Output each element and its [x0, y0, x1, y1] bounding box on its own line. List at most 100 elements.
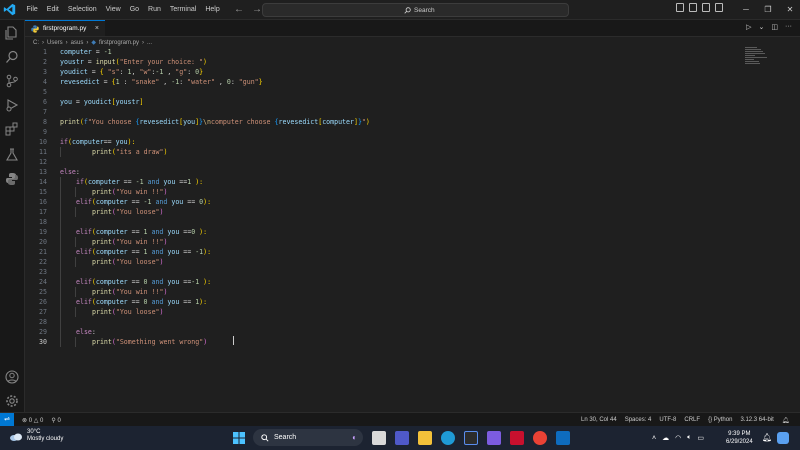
- minimap-line: [745, 51, 763, 52]
- ports-count: 0: [57, 417, 61, 424]
- line-number: 12: [39, 158, 47, 166]
- code-line: 5: [25, 87, 725, 97]
- breadcrumb-symbol[interactable]: ...: [147, 40, 152, 46]
- menu-view[interactable]: View: [101, 0, 125, 19]
- search-sidebar-icon[interactable]: [5, 50, 19, 64]
- minimize-icon[interactable]: ─: [735, 5, 757, 14]
- python-file-icon: ◆: [91, 40, 96, 46]
- line-number: 4: [43, 78, 47, 86]
- command-center-search[interactable]: Search: [262, 3, 569, 17]
- battery-icon[interactable]: ▭: [697, 434, 704, 442]
- notifications-bell-icon[interactable]: 🔔︎: [782, 417, 790, 424]
- more-actions-icon[interactable]: ···: [785, 23, 792, 31]
- chevron-up-icon[interactable]: ˄: [652, 435, 656, 442]
- line-number: 28: [39, 318, 47, 326]
- chevron-right-icon: ›: [42, 39, 44, 46]
- line-number: 25: [39, 288, 47, 296]
- weather-temperature: 30°C: [27, 429, 41, 435]
- line-number: 8: [43, 118, 47, 126]
- customize-layout-icon[interactable]: [715, 3, 723, 12]
- remote-indicator-icon[interactable]: ⇌: [0, 413, 14, 427]
- maximize-icon[interactable]: ❐: [757, 5, 779, 14]
- microsoft-store-icon[interactable]: [464, 431, 478, 445]
- code-line: 23: [25, 267, 725, 277]
- edge-browser-icon[interactable]: [441, 431, 455, 445]
- windows-start-icon[interactable]: [233, 432, 245, 444]
- menu-terminal[interactable]: Terminal: [165, 0, 200, 19]
- line-number: 14: [39, 178, 47, 186]
- testing-icon[interactable]: [5, 148, 19, 162]
- menu-selection[interactable]: Selection: [63, 0, 101, 19]
- wifi-icon[interactable]: ◠: [675, 434, 681, 442]
- explorer-icon[interactable]: [5, 26, 19, 40]
- menu-edit[interactable]: Edit: [42, 0, 63, 19]
- copilot-icon[interactable]: [777, 432, 789, 444]
- manage-gear-icon[interactable]: [5, 394, 19, 408]
- minimap-line: [745, 47, 757, 48]
- line-number: 5: [43, 88, 47, 96]
- menu-file[interactable]: File: [22, 0, 42, 19]
- breadcrumb-asus[interactable]: asus: [71, 40, 84, 46]
- toggle-panel-icon[interactable]: [689, 3, 697, 12]
- run-dropdown-icon[interactable]: ⌄: [759, 23, 765, 31]
- design-app-icon[interactable]: [487, 431, 501, 445]
- split-editor-icon[interactable]: ◫: [771, 23, 778, 31]
- breadcrumb-users[interactable]: Users: [47, 40, 63, 46]
- cursor-position[interactable]: Ln 30, Col 44: [581, 417, 617, 423]
- system-clock[interactable]: 9:39 PM 6/29/2024: [726, 430, 753, 446]
- encoding-setting[interactable]: UTF-8: [659, 417, 676, 423]
- code-line: 10 if(computer== you):: [25, 137, 725, 147]
- toggle-primary-sidebar-icon[interactable]: [676, 3, 684, 12]
- python-interpreter[interactable]: 3.12.3 64-bit: [740, 417, 773, 423]
- chrome-icon[interactable]: [533, 431, 547, 445]
- language-mode[interactable]: {} Python: [708, 417, 732, 423]
- run-debug-icon[interactable]: [5, 98, 19, 112]
- run-python-file-icon[interactable]: ▷: [746, 23, 751, 31]
- line-number: 18: [39, 218, 47, 226]
- vscode-taskbar-icon[interactable]: [556, 431, 570, 445]
- title-bar: File Edit Selection View Go Run Terminal…: [0, 0, 800, 20]
- python-icon[interactable]: [5, 172, 19, 186]
- teams-icon[interactable]: [395, 431, 409, 445]
- chevron-right-icon: ›: [86, 39, 89, 46]
- indentation-setting[interactable]: Spaces: 4: [625, 417, 652, 423]
- volume-icon[interactable]: 🔈︎: [687, 434, 691, 442]
- taskbar-search[interactable]: Search ◐: [253, 429, 363, 446]
- weather-widget[interactable]: 30°C Mostly cloudy: [9, 429, 63, 443]
- eol-setting[interactable]: CRLF: [684, 417, 700, 423]
- search-highlight-icon: ◐: [352, 433, 357, 442]
- problems-indicator[interactable]: ⊗ 0 △ 0: [22, 417, 43, 424]
- line-number: 17: [39, 208, 47, 216]
- code-line: 15 print("You win !!"): [25, 187, 725, 197]
- code-line: 27 print("You loose"): [25, 307, 725, 317]
- forward-arrow-icon[interactable]: →: [252, 4, 262, 15]
- breadcrumb-file[interactable]: firstprogram.py: [99, 40, 139, 46]
- tab-firstprogram[interactable]: firstprogram.py ×: [25, 20, 105, 36]
- code-line: 7: [25, 107, 725, 117]
- minimap[interactable]: [745, 47, 767, 77]
- menu-run[interactable]: Run: [144, 0, 166, 19]
- code-editor[interactable]: 1 computer = -1 2 youstr = input("Enter yo…: [25, 47, 735, 412]
- weather-description: Mostly cloudy: [27, 436, 64, 442]
- code-line: 9: [25, 127, 725, 137]
- mcafee-icon[interactable]: [510, 431, 524, 445]
- ports-indicator[interactable]: ⚲ 0: [51, 417, 60, 424]
- close-window-icon[interactable]: ✕: [779, 5, 800, 14]
- source-control-icon[interactable]: [5, 74, 19, 88]
- line-number: 19: [39, 228, 47, 236]
- task-view-icon[interactable]: [372, 431, 386, 445]
- toggle-secondary-sidebar-icon[interactable]: [702, 3, 710, 12]
- close-tab-icon[interactable]: ×: [95, 25, 99, 32]
- menu-go[interactable]: Go: [125, 0, 143, 19]
- breadcrumb-drive[interactable]: C:: [33, 40, 39, 46]
- menu-help[interactable]: Help: [201, 0, 224, 19]
- notification-bell-icon[interactable]: 🔔︎: [762, 433, 772, 442]
- extensions-icon[interactable]: [5, 122, 19, 136]
- code-line: 11 print("its a draw"): [25, 147, 725, 157]
- file-explorer-icon[interactable]: [418, 431, 432, 445]
- cloud-sync-icon[interactable]: ☁: [662, 434, 669, 442]
- account-icon[interactable]: [5, 370, 19, 384]
- back-arrow-icon[interactable]: ←: [234, 4, 244, 15]
- code-line: 2 youstr = input("Enter your choice: "): [25, 57, 725, 67]
- editor-tabs: firstprogram.py × ▷ ⌄ ◫ ···: [25, 20, 800, 37]
